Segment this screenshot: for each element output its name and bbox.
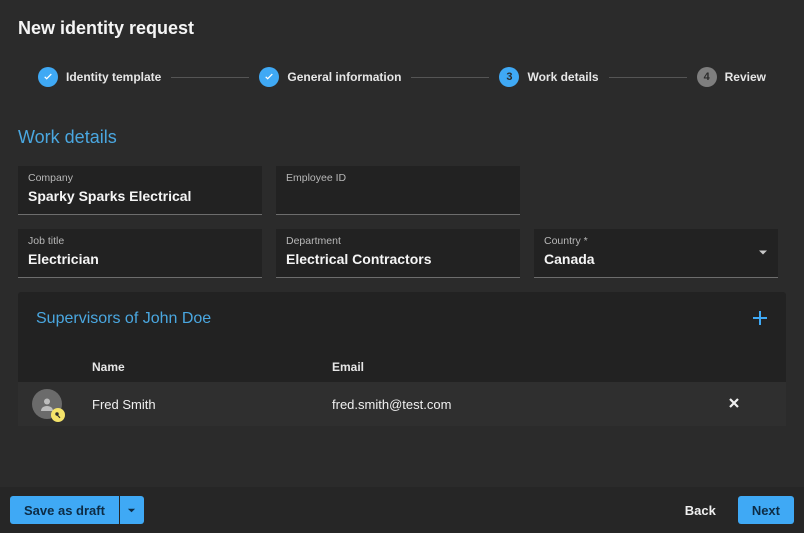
- step-1[interactable]: Identity template: [38, 67, 161, 87]
- avatar: [32, 389, 62, 419]
- field-value: Canada: [544, 249, 768, 271]
- step-label: General information: [287, 70, 401, 84]
- field-value: Electrical Contractors: [286, 249, 510, 271]
- field-label: Company: [28, 172, 252, 184]
- field-label: Employee ID: [286, 172, 510, 184]
- step-label: Identity template: [66, 70, 161, 84]
- country-select[interactable]: Country * Canada: [534, 229, 778, 278]
- supervisor-name: Fred Smith: [92, 397, 332, 412]
- employee-id-field[interactable]: Employee ID: [276, 166, 520, 215]
- step-connector: [609, 77, 687, 78]
- step-number-badge: 4: [697, 67, 717, 87]
- back-button[interactable]: Back: [671, 496, 730, 524]
- remove-supervisor-button[interactable]: [728, 397, 768, 412]
- field-value: [286, 186, 510, 208]
- supervisor-email: fred.smith@test.com: [332, 397, 728, 412]
- field-label: Job title: [28, 235, 252, 247]
- section-title-work-details: Work details: [18, 127, 786, 148]
- column-header-name: Name: [92, 360, 332, 374]
- add-supervisor-button[interactable]: [752, 310, 768, 329]
- step-label: Review: [725, 70, 766, 84]
- step-2[interactable]: General information: [259, 67, 401, 87]
- key-icon: [51, 408, 65, 422]
- field-value: Electrician: [28, 249, 252, 271]
- step-4[interactable]: 4 Review: [697, 67, 766, 87]
- field-label: Department: [286, 235, 510, 247]
- step-3[interactable]: 3 Work details: [499, 67, 598, 87]
- field-value: Sparky Sparks Electrical: [28, 186, 252, 208]
- column-header-email: Email: [332, 360, 728, 374]
- supervisors-table: Name Email Fred Smithfred.smith@test.com: [36, 352, 768, 426]
- step-connector: [411, 77, 489, 78]
- table-header: Name Email: [36, 352, 768, 382]
- footer-bar: Save as draft Back Next: [0, 487, 804, 533]
- chevron-down-icon: [758, 246, 768, 261]
- step-label: Work details: [527, 70, 598, 84]
- supervisors-card: Supervisors of John Doe Name Email Fred …: [18, 292, 786, 426]
- check-icon: [259, 67, 279, 87]
- save-as-draft-dropdown[interactable]: [120, 496, 144, 524]
- company-field[interactable]: Company Sparky Sparks Electrical: [18, 166, 262, 215]
- page-title: New identity request: [18, 18, 786, 39]
- job-title-field[interactable]: Job title Electrician: [18, 229, 262, 278]
- stepper: Identity template General information 3 Wor…: [18, 67, 786, 87]
- step-number-badge: 3: [499, 67, 519, 87]
- save-as-draft-button[interactable]: Save as draft: [10, 496, 119, 524]
- check-icon: [38, 67, 58, 87]
- field-label: Country *: [544, 235, 768, 247]
- next-button[interactable]: Next: [738, 496, 794, 524]
- table-row[interactable]: Fred Smithfred.smith@test.com: [18, 382, 786, 426]
- department-field[interactable]: Department Electrical Contractors: [276, 229, 520, 278]
- supervisors-title: Supervisors of John Doe: [36, 310, 768, 328]
- step-connector: [171, 77, 249, 78]
